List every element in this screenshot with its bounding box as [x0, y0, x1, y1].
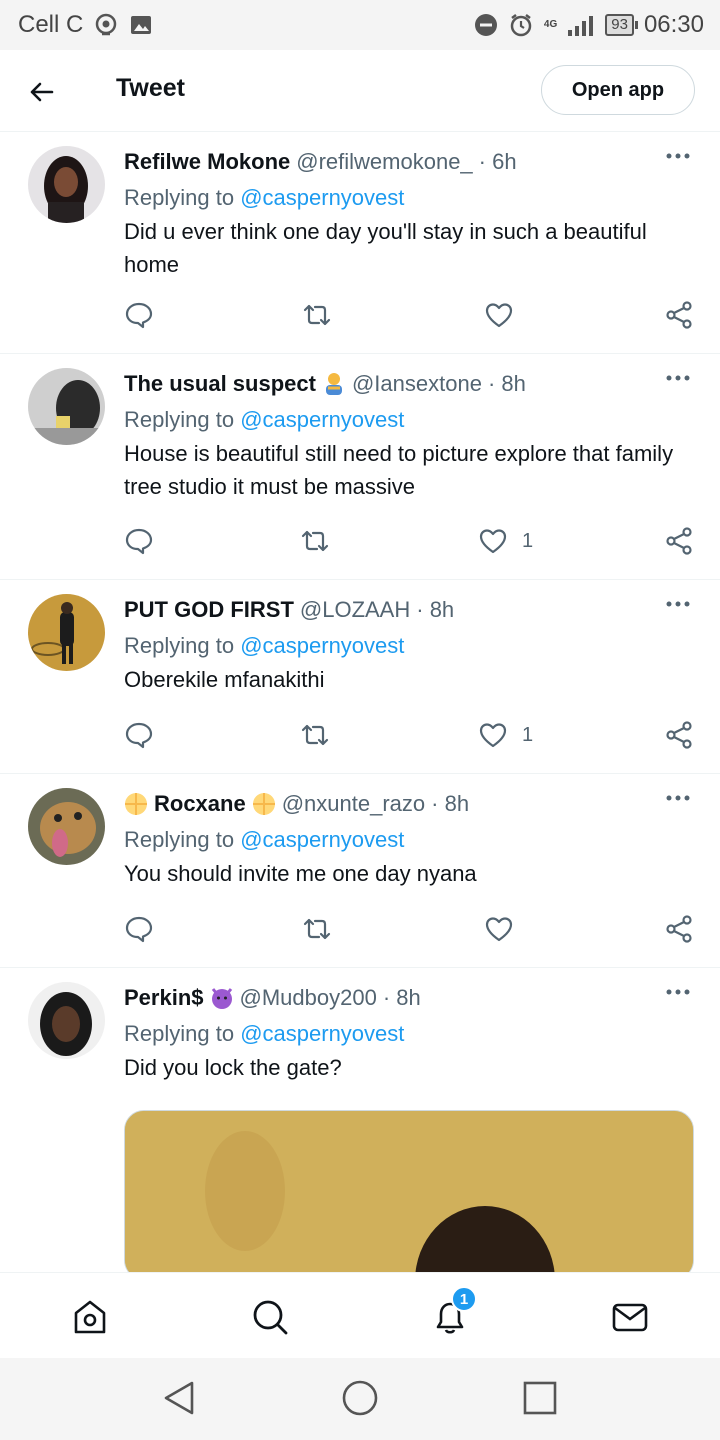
replying-label: Replying to — [124, 1021, 235, 1046]
more-options-icon[interactable] — [664, 982, 692, 1002]
avatar[interactable] — [28, 788, 105, 865]
author-name[interactable]: Refilwe Mokone — [124, 146, 290, 178]
bottom-navigation — [0, 1272, 720, 1358]
like-icon[interactable] — [484, 914, 528, 944]
network-type: 4G — [543, 19, 558, 30]
signal-icon — [567, 14, 595, 36]
share-icon[interactable] — [664, 720, 694, 750]
reply-tweet[interactable]: PUT GOD FIRST @LOZAAH · 8h Replying to @… — [0, 580, 720, 774]
tweet-text: House is beautiful still need to picture… — [124, 441, 674, 499]
carrier-label: Cell C — [18, 11, 84, 38]
tweet-text: You should invite me one day nyana — [124, 861, 477, 886]
more-options-icon[interactable] — [664, 788, 692, 808]
reply-tweet[interactable]: Refilwe Mokone @refilwemokone_ · 6h Repl… — [0, 132, 720, 354]
tweet-time: · 6h — [478, 149, 517, 174]
replying-label: Replying to — [124, 633, 235, 658]
reply-handle-link[interactable]: @caspernyovest — [240, 1021, 404, 1046]
reply-handle-link[interactable]: @caspernyovest — [240, 185, 404, 210]
replying-to: Replying to @caspernyovest — [124, 630, 692, 662]
reply-icon[interactable] — [124, 720, 154, 750]
tweet-actions: 1 — [124, 720, 692, 756]
messages-mail-icon[interactable] — [610, 1297, 650, 1337]
more-options-icon[interactable] — [664, 594, 692, 614]
replying-to: Replying to @caspernyovest — [124, 404, 692, 436]
author-name[interactable]: Perkin$ — [124, 982, 204, 1014]
retweet-icon[interactable] — [300, 720, 330, 750]
clock: 06:30 — [643, 11, 704, 38]
author-name[interactable]: Rocxane — [154, 788, 246, 820]
tweet-time: · 8h — [431, 791, 470, 816]
avatar[interactable] — [28, 368, 105, 445]
battery-level: 93 — [605, 14, 638, 36]
replying-to: Replying to @caspernyovest — [124, 1018, 692, 1050]
tweet-time: · 8h — [487, 371, 526, 396]
author-name[interactable]: The usual suspect — [124, 368, 316, 400]
author-handle[interactable]: @nxunte_razo — [282, 788, 425, 820]
system-navigation-bar — [0, 1358, 720, 1440]
hotspot-icon — [93, 12, 119, 38]
home-icon[interactable] — [70, 1297, 110, 1337]
dnd-icon — [474, 13, 498, 37]
sun-emoji-icon — [124, 792, 148, 816]
page-title: Tweet — [116, 74, 185, 102]
avatar[interactable] — [28, 982, 105, 1059]
replying-label: Replying to — [124, 827, 235, 852]
retweet-icon[interactable] — [302, 300, 332, 330]
open-app-button[interactable]: Open app — [541, 65, 695, 115]
reply-handle-link[interactable]: @caspernyovest — [240, 827, 404, 852]
reply-tweet[interactable]: Rocxane @nxunte_razo · 8h Replying to @c… — [0, 774, 720, 968]
status-bar: Cell C 4G 93 06:30 — [0, 0, 720, 50]
retweet-icon[interactable] — [302, 914, 332, 944]
tweet-actions — [124, 300, 692, 336]
reply-icon[interactable] — [124, 914, 154, 944]
author-handle[interactable]: @refilwemokone_ — [296, 146, 472, 178]
replying-label: Replying to — [124, 407, 235, 432]
share-icon[interactable] — [664, 300, 694, 330]
replying-to: Replying to @caspernyovest — [124, 824, 692, 856]
reply-tweet[interactable]: The usual suspect @Iansextone · 8h Reply… — [0, 354, 720, 580]
more-options-icon[interactable] — [664, 368, 692, 388]
avatar[interactable] — [28, 146, 105, 223]
like-icon[interactable]: 1 — [478, 526, 533, 556]
author-handle[interactable]: @LOZAAH — [300, 594, 410, 626]
search-icon[interactable] — [250, 1297, 290, 1337]
tweet-media-image[interactable] — [124, 1110, 694, 1280]
tweet-time: · 8h — [416, 597, 455, 622]
retweet-icon[interactable] — [300, 526, 330, 556]
tweet-time: · 8h — [382, 985, 421, 1010]
share-icon[interactable] — [664, 914, 694, 944]
back-arrow-icon[interactable] — [26, 76, 58, 108]
tweet-actions: 1 — [124, 526, 692, 562]
person-emoji-icon — [322, 372, 346, 396]
sun-emoji-icon — [252, 792, 276, 816]
system-home-icon[interactable] — [340, 1378, 380, 1418]
author-handle[interactable]: @Iansextone — [352, 368, 482, 400]
devil-emoji-icon — [210, 986, 234, 1010]
reply-icon[interactable] — [124, 526, 154, 556]
author-handle[interactable]: @Mudboy200 — [240, 982, 377, 1014]
system-back-icon[interactable] — [160, 1378, 200, 1418]
share-icon[interactable] — [664, 526, 694, 556]
replying-to: Replying to @caspernyovest — [124, 182, 692, 214]
more-options-icon[interactable] — [664, 146, 692, 166]
reply-handle-link[interactable]: @caspernyovest — [240, 633, 404, 658]
tweet-text: Did u ever think one day you'll stay in … — [124, 219, 647, 277]
tweet-text: Oberekile mfanakithi — [124, 667, 325, 692]
author-name[interactable]: PUT GOD FIRST — [124, 594, 294, 626]
reply-handle-link[interactable]: @caspernyovest — [240, 407, 404, 432]
system-recents-icon[interactable] — [520, 1378, 560, 1418]
top-header: Tweet Open app — [0, 50, 720, 132]
tweet-text: Did you lock the gate? — [124, 1055, 342, 1080]
notification-badge: 1 — [451, 1286, 477, 1312]
avatar[interactable] — [28, 594, 105, 671]
gallery-icon — [129, 13, 153, 37]
like-icon[interactable]: 1 — [478, 720, 533, 750]
like-count: 1 — [522, 529, 534, 552]
like-icon[interactable] — [484, 300, 528, 330]
like-count: 1 — [522, 723, 534, 746]
tweet-actions — [124, 914, 692, 950]
reply-icon[interactable] — [124, 300, 154, 330]
alarm-icon — [508, 12, 534, 38]
replying-label: Replying to — [124, 185, 235, 210]
